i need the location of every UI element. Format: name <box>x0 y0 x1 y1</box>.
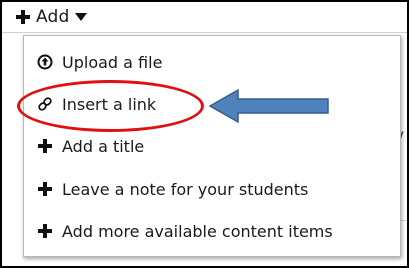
plus-icon <box>36 137 54 155</box>
menu-item-upload-file[interactable]: Upload a file <box>24 44 400 80</box>
link-icon <box>36 95 54 113</box>
add-menu-label: Add <box>36 7 70 27</box>
menu-item-label: Upload a file <box>62 52 163 72</box>
toolbar: Add <box>2 2 407 33</box>
plus-icon <box>14 8 32 26</box>
menu-item-add-title[interactable]: Add a title <box>24 128 400 164</box>
menu-item-label: Add more available content items <box>62 221 333 241</box>
plus-icon <box>36 222 54 240</box>
add-menu-toggle[interactable]: Add <box>14 5 88 29</box>
menu-item-label: Insert a link <box>62 94 157 114</box>
menu-item-insert-link[interactable]: Insert a link <box>24 86 400 122</box>
menu-item-label: Leave a note for your students <box>62 179 309 199</box>
add-menu-dropdown: Upload a file Insert a link Add a title … <box>23 35 401 257</box>
plus-icon <box>36 180 54 198</box>
screenshot-frame: Add v Upload a file <box>0 0 409 268</box>
menu-item-leave-note[interactable]: Leave a note for your students <box>24 171 400 207</box>
upload-circle-icon <box>36 53 54 71</box>
caret-down-icon <box>74 11 88 23</box>
menu-item-label: Add a title <box>62 136 145 156</box>
background-divider <box>401 32 407 59</box>
menu-item-add-more-content[interactable]: Add more available content items <box>24 213 400 249</box>
